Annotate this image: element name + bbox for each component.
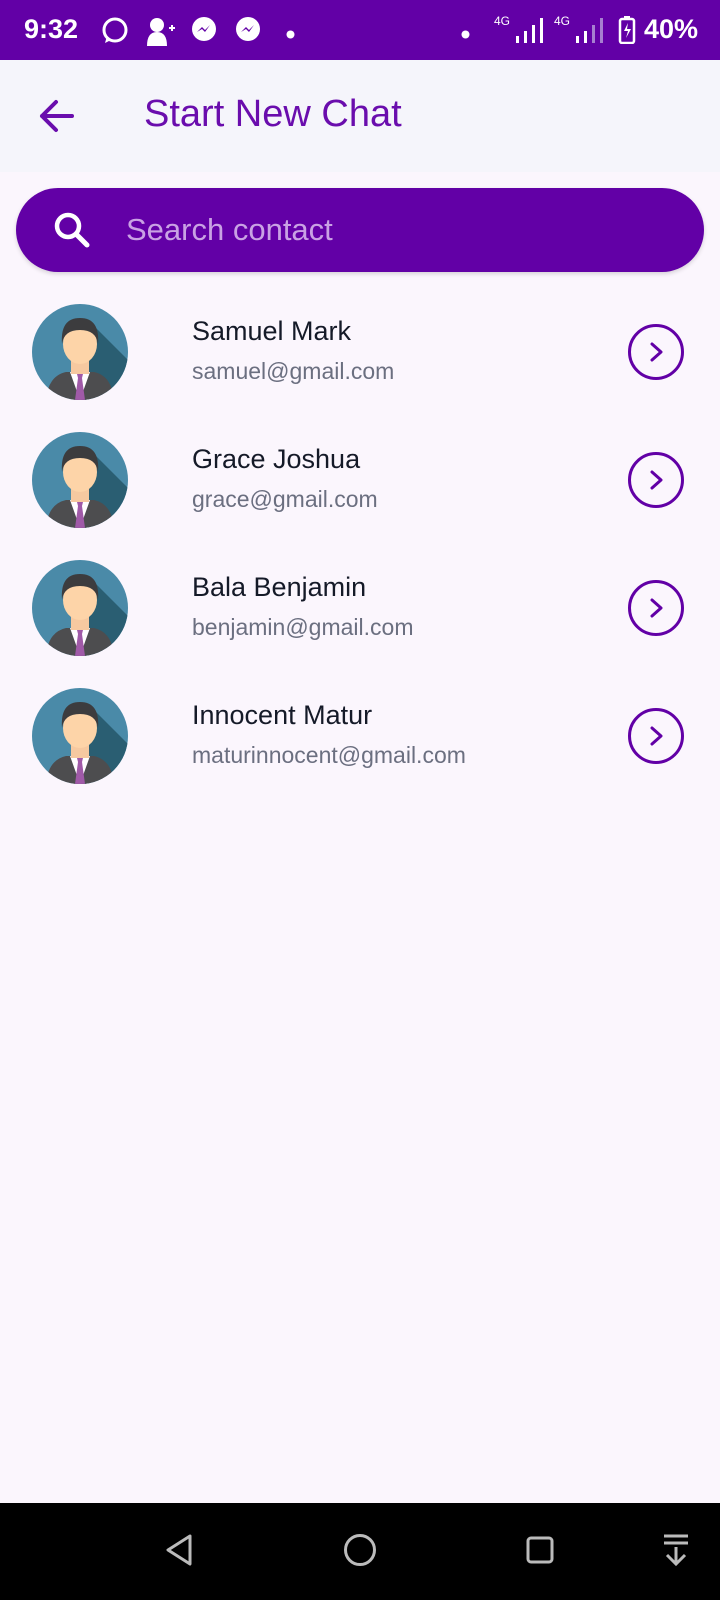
contact-email: samuel@gmail.com <box>192 358 395 384</box>
contact-email: benjamin@gmail.com <box>192 614 414 640</box>
messenger-icon <box>234 16 262 49</box>
back-nav-icon[interactable] <box>164 1533 194 1572</box>
notification-dot-icon <box>286 26 295 44</box>
signal-icon: 4G <box>494 14 546 49</box>
avatar <box>32 560 128 656</box>
system-nav-bar <box>0 1503 720 1600</box>
status-time: 9:32 <box>24 14 79 44</box>
battery-charging-icon <box>618 16 636 49</box>
app-bar: Start New Chat <box>0 60 720 172</box>
contact-row[interactable]: Bala Benjamin benjamin@gmail.com <box>0 560 720 688</box>
chevron-right-icon[interactable] <box>628 708 684 764</box>
status-bar: 9:32 4G 4G 40% <box>0 0 720 60</box>
page-title: Start New Chat <box>144 93 402 135</box>
search-icon <box>54 212 90 248</box>
contact-name: Bala Benjamin <box>192 572 367 602</box>
contact-email: maturinnocent@gmail.com <box>192 742 466 768</box>
contact-name: Samuel Mark <box>192 316 352 346</box>
messenger-icon <box>190 16 218 49</box>
contact-email: grace@gmail.com <box>192 486 378 512</box>
contact-row[interactable]: Grace Joshua grace@gmail.com <box>0 432 720 560</box>
notification-dot-icon <box>461 26 470 44</box>
svg-text:4G: 4G <box>494 14 510 28</box>
chevron-right-icon[interactable] <box>628 452 684 508</box>
back-arrow-icon[interactable] <box>36 96 76 141</box>
contact-name: Grace Joshua <box>192 444 361 474</box>
contact-row[interactable]: Samuel Mark samuel@gmail.com <box>0 304 720 432</box>
battery-percent: 40% <box>643 14 698 44</box>
avatar <box>32 432 128 528</box>
contact-row[interactable]: Innocent Matur maturinnocent@gmail.com <box>0 688 720 816</box>
home-nav-icon[interactable] <box>343 1533 377 1572</box>
search-input[interactable] <box>126 188 666 272</box>
notification-pull-icon[interactable] <box>662 1533 690 1572</box>
svg-text:4G: 4G <box>554 14 570 28</box>
signal-icon: 4G <box>554 14 606 49</box>
contact-name: Innocent Matur <box>192 700 373 730</box>
whatsapp-icon <box>100 16 130 51</box>
avatar <box>32 304 128 400</box>
chevron-right-icon[interactable] <box>628 324 684 380</box>
add-contact-icon <box>145 16 177 51</box>
search-bar[interactable] <box>16 188 704 272</box>
recents-nav-icon[interactable] <box>526 1536 554 1569</box>
chevron-right-icon[interactable] <box>628 580 684 636</box>
avatar <box>32 688 128 784</box>
